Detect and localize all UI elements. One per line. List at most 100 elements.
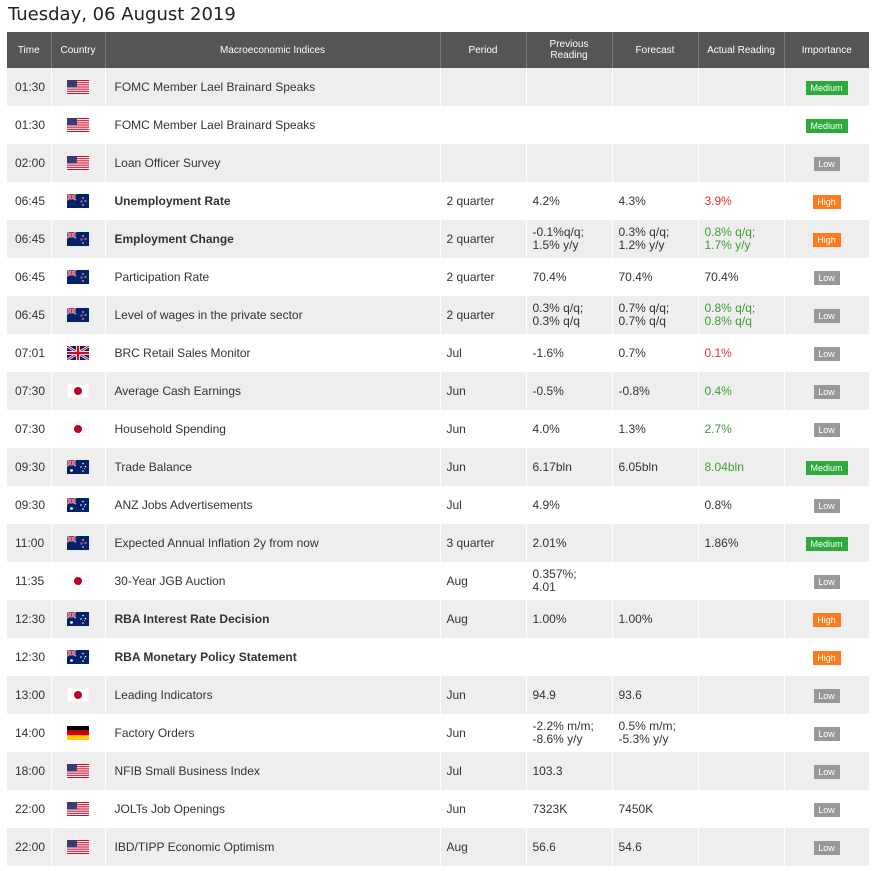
table-row[interactable]: 07:30 Average Cash Earnings Jun -0.5% -0.8% 0… [7, 372, 870, 410]
importance-cell: Low [784, 372, 870, 410]
nz-flag-icon [67, 232, 89, 247]
table-row[interactable]: 12:30 RBA Interest Rate Decision Aug 1.00% 1… [7, 600, 870, 638]
forecast-value: 93.6 [612, 676, 699, 714]
col-header-indices[interactable]: Macroeconomic Indices [105, 32, 441, 68]
page-title: Tuesday, 06 August 2019 [8, 4, 236, 25]
event-name[interactable]: Participation Rate [105, 258, 441, 296]
event-name[interactable]: Loan Officer Survey [105, 144, 441, 182]
event-time: 06:45 [7, 182, 52, 220]
event-time: 12:30 [7, 600, 52, 638]
event-name[interactable]: FOMC Member Lael Brainard Speaks [105, 68, 441, 106]
forecast-value: 7450K [612, 790, 699, 828]
importance-cell: Low [784, 714, 870, 752]
actual-reading [698, 68, 785, 106]
actual-reading: 3.9% [698, 182, 785, 220]
event-name[interactable]: BRC Retail Sales Monitor [105, 334, 441, 372]
au-flag-icon [67, 612, 89, 627]
event-time: 06:45 [7, 220, 52, 258]
table-row[interactable]: 06:45 Employment Change 2 quarter -0.1%q/q;… [7, 220, 870, 258]
importance-cell: Low [784, 752, 870, 790]
table-row[interactable]: 01:30 FOMC Member Lael Brainard Speaks Med… [7, 106, 870, 144]
table-row[interactable]: 22:00 IBD/TIPP Economic Optimism Aug 56.6 54… [7, 828, 870, 866]
previous-reading: 2.01% [526, 524, 613, 562]
table-row[interactable]: 12:30 RBA Monetary Policy Statement High [7, 638, 870, 676]
actual-reading: 1.86% [698, 524, 785, 562]
event-name[interactable]: RBA Monetary Policy Statement [105, 638, 441, 676]
importance-cell: Low [784, 828, 870, 866]
importance-cell: High [784, 638, 870, 676]
event-time: 01:30 [7, 106, 52, 144]
event-name[interactable]: RBA Interest Rate Decision [105, 600, 441, 638]
col-header-previous[interactable]: Previous Reading [526, 32, 613, 68]
previous-reading: 4.0% [526, 410, 613, 448]
event-name[interactable]: Trade Balance [105, 448, 441, 486]
table-row[interactable]: 02:00 Loan Officer Survey Low [7, 144, 870, 182]
event-name[interactable]: Level of wages in the private sector [105, 296, 441, 334]
country-cell [51, 144, 106, 182]
forecast-value: 4.3% [612, 182, 699, 220]
event-name[interactable]: Leading Indicators [105, 676, 441, 714]
table-row[interactable]: 09:30 Trade Balance Jun 6.17bln 6.05bln 8.04b… [7, 448, 870, 486]
forecast-value: 0.7% [612, 334, 699, 372]
event-period: Jul [440, 334, 527, 372]
col-header-actual[interactable]: Actual Reading [698, 32, 785, 68]
table-row[interactable]: 06:45 Level of wages in the private secto… [7, 296, 870, 334]
actual-reading [698, 828, 785, 866]
table-row[interactable]: 13:00 Leading Indicators Jun 94.9 93.6 Low [7, 676, 870, 714]
importance-badge: High [812, 194, 841, 209]
event-name[interactable]: Average Cash Earnings [105, 372, 441, 410]
table-row[interactable]: 01:30 FOMC Member Lael Brainard Speaks Med… [7, 68, 870, 106]
us-flag-icon [67, 80, 89, 95]
event-name[interactable]: JOLTs Job Openings [105, 790, 441, 828]
col-header-time[interactable]: Time [7, 32, 52, 68]
table-row[interactable]: 18:00 NFIB Small Business Index Jul 103.3 Lo… [7, 752, 870, 790]
forecast-value [612, 68, 699, 106]
actual-reading [698, 638, 785, 676]
event-time: 09:30 [7, 486, 52, 524]
table-row[interactable]: 07:01 BRC Retail Sales Monitor Jul -1.6% 0.7… [7, 334, 870, 372]
table-row[interactable]: 14:00 Factory Orders Jun -2.2% m/m; -8.6% y… [7, 714, 870, 752]
actual-reading: 0.8% q/q; 1.7% y/y [698, 220, 785, 258]
event-name[interactable]: Factory Orders [105, 714, 441, 752]
event-name[interactable]: 30-Year JGB Auction [105, 562, 441, 600]
event-name[interactable]: IBD/TIPP Economic Optimism [105, 828, 441, 866]
previous-reading: 0.357%; 4.01 [526, 562, 613, 600]
table-row[interactable]: 11:00 Expected Annual Inflation 2y from n… [7, 524, 870, 562]
table-row[interactable]: 09:30 ANZ Jobs Advertisements Jul 4.9% 0.8% L… [7, 486, 870, 524]
event-name[interactable]: Unemployment Rate [105, 182, 441, 220]
table-row[interactable]: 22:00 JOLTs Job Openings Jun 7323K 7450K Low [7, 790, 870, 828]
importance-badge: Low [813, 308, 840, 323]
event-name[interactable]: ANZ Jobs Advertisements [105, 486, 441, 524]
country-cell [51, 524, 106, 562]
country-cell [51, 410, 106, 448]
importance-badge: Low [813, 688, 840, 703]
jp-flag-icon [67, 688, 89, 703]
event-name[interactable]: Expected Annual Inflation 2y from now [105, 524, 441, 562]
event-period: Aug [440, 828, 527, 866]
col-header-importance[interactable]: Importance [784, 32, 869, 68]
importance-cell: Medium [784, 524, 870, 562]
nz-flag-icon [67, 536, 89, 551]
table-row[interactable]: 06:45 Participation Rate 2 quarter 70.4% 70.… [7, 258, 870, 296]
event-period: Jun [440, 372, 527, 410]
table-row[interactable]: 11:35 30-Year JGB Auction Aug 0.357%; 4.01 L… [7, 562, 870, 600]
event-name[interactable]: Employment Change [105, 220, 441, 258]
event-time: 01:30 [7, 68, 52, 106]
event-time: 06:45 [7, 296, 52, 334]
importance-cell: Low [784, 790, 870, 828]
table-row[interactable]: 07:30 Household Spending Jun 4.0% 1.3% 2.7% Lo… [7, 410, 870, 448]
event-name[interactable]: Household Spending [105, 410, 441, 448]
table-row[interactable]: 06:45 Unemployment Rate 2 quarter 4.2% 4.3% 3… [7, 182, 870, 220]
col-header-country[interactable]: Country [51, 32, 106, 68]
actual-reading [698, 790, 785, 828]
event-name[interactable]: FOMC Member Lael Brainard Speaks [105, 106, 441, 144]
forecast-value [612, 562, 699, 600]
forecast-value: 0.7% q/q; 0.7% q/q [612, 296, 699, 334]
importance-badge: Low [813, 270, 840, 285]
col-header-forecast[interactable]: Forecast [612, 32, 699, 68]
importance-cell: Low [784, 410, 870, 448]
importance-badge: Low [813, 384, 840, 399]
event-name[interactable]: NFIB Small Business Index [105, 752, 441, 790]
event-period [440, 68, 527, 106]
col-header-period[interactable]: Period [440, 32, 527, 68]
